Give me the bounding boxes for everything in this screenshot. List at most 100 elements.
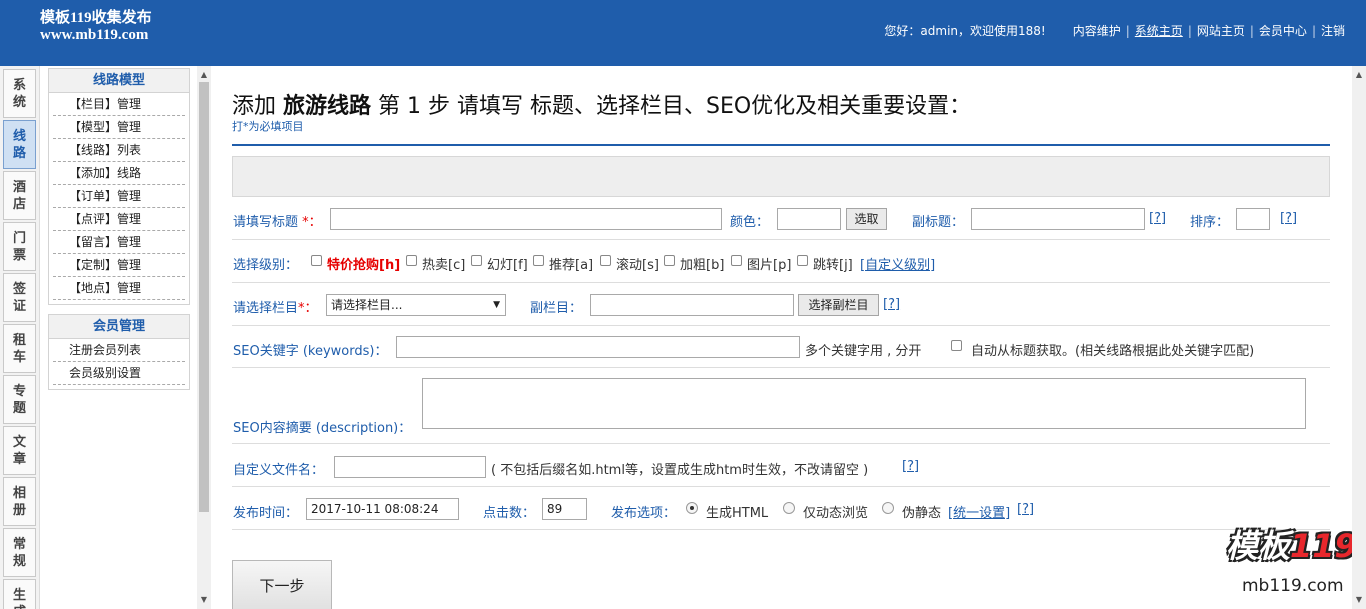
title-divider (232, 144, 1330, 146)
tab-hotel[interactable]: 酒店 (3, 171, 36, 220)
subcolumn-input[interactable] (590, 294, 794, 316)
subcolumn-help-link[interactable]: [?] (883, 297, 900, 312)
link-logout[interactable]: 注销 (1321, 22, 1345, 39)
scroll-up-icon[interactable]: ▲ (197, 68, 211, 82)
column-label: 请选择栏目*： (233, 297, 318, 316)
column-label-text: 请选择栏目 (233, 301, 299, 316)
tab-route[interactable]: 线路 (3, 120, 36, 169)
tab-car-rental[interactable]: 租车 (3, 324, 36, 373)
link-site-home[interactable]: 网站主页 (1197, 22, 1245, 39)
subtitle-input[interactable] (971, 208, 1145, 230)
level-checkbox-j[interactable] (797, 255, 808, 266)
level-checkbox-c[interactable] (406, 255, 417, 266)
level-checkbox-f[interactable] (471, 255, 482, 266)
sort-input[interactable] (1236, 208, 1270, 230)
color-label: 颜色： (730, 215, 770, 230)
tab-article[interactable]: 文章 (3, 426, 36, 475)
nav-item-column-manage[interactable]: 【栏目】管理 (53, 93, 185, 116)
publish-help-link[interactable]: [?] (1017, 502, 1034, 517)
color-input[interactable] (777, 208, 841, 230)
tab-topic[interactable]: 专题 (3, 375, 36, 424)
radio-dynamic-only[interactable] (783, 502, 795, 514)
clicks-input[interactable] (542, 498, 587, 520)
tab-album[interactable]: 相册 (3, 477, 36, 526)
publish-option-label: 发布选项： (611, 506, 677, 521)
tab-char: 统 (12, 94, 26, 110)
tab-visa[interactable]: 签证 (3, 273, 36, 322)
divider: | (1249, 23, 1254, 38)
nav-item-order-manage[interactable]: 【订单】管理 (53, 185, 185, 208)
auto-fetch-checkbox[interactable] (951, 340, 962, 351)
tab-ticket[interactable]: 门票 (3, 222, 36, 271)
tab-char: 线 (12, 128, 26, 144)
tab-general[interactable]: 常规 (3, 528, 36, 577)
publish-time-input[interactable] (306, 498, 459, 520)
radio-generate-html[interactable] (686, 502, 698, 514)
filename-input[interactable] (334, 456, 486, 478)
site-logo: 模板119收集发布 www.mb119.com (40, 10, 152, 44)
page-scrollbar[interactable]: ▲ ▼ (1352, 66, 1366, 609)
level-checkbox-h[interactable] (311, 255, 322, 266)
filename-help-link[interactable]: [?] (902, 459, 919, 474)
next-step-button[interactable]: 下一步 (232, 560, 332, 609)
scroll-down-icon[interactable]: ▼ (197, 593, 211, 607)
link-system-home[interactable]: 系统主页 (1135, 22, 1183, 39)
tab-char: 店 (12, 196, 26, 212)
scroll-down-icon[interactable]: ▼ (1352, 593, 1366, 607)
nav-item-custom-manage[interactable]: 【定制】管理 (53, 254, 185, 277)
scroll-up-icon[interactable]: ▲ (1352, 68, 1366, 82)
nav-scrollbar[interactable]: ▲ ▼ (197, 66, 211, 609)
keywords-label: SEO关键字 (keywords)： (233, 344, 388, 359)
pick-color-button[interactable]: 选取 (846, 208, 887, 230)
nav-item-add-route[interactable]: 【添加】线路 (53, 162, 185, 185)
unified-settings-link[interactable]: [统一设置] (948, 502, 1010, 521)
tab-char: 酒 (12, 179, 26, 195)
tab-char: 专 (12, 383, 26, 399)
level-checkbox-a[interactable] (533, 255, 544, 266)
level-checkbox-b[interactable] (664, 255, 675, 266)
sort-help-link[interactable]: [?] (1280, 211, 1297, 226)
nav-item-member-level[interactable]: 会员级别设置 (53, 362, 185, 385)
level-checkbox-s[interactable] (600, 255, 611, 266)
nav-item-model-manage[interactable]: 【模型】管理 (53, 116, 185, 139)
title-input[interactable] (330, 208, 722, 230)
scroll-thumb[interactable] (199, 82, 209, 512)
divider: | (1125, 23, 1130, 38)
description-textarea[interactable] (422, 378, 1306, 429)
tab-char: 车 (12, 349, 26, 365)
page-title: 添加 旅游线路 第 1 步 请填写 标题、选择栏目、SEO优化及相关重要设置： (232, 88, 971, 120)
subtitle-help-link[interactable]: [?] (1149, 211, 1166, 226)
watermark-logo: 模板119 mb119.com (1226, 521, 1357, 601)
level-checkbox-p[interactable] (731, 255, 742, 266)
keywords-input[interactable] (396, 336, 800, 358)
tab-char: 相 (12, 485, 26, 501)
main-content: 添加 旅游线路 第 1 步 请填写 标题、选择栏目、SEO优化及相关重要设置： … (211, 66, 1357, 609)
nav-item-route-list[interactable]: 【线路】列表 (53, 139, 185, 162)
link-member-center[interactable]: 会员中心 (1259, 22, 1307, 39)
panel-member-manage: 会员管理 注册会员列表 会员级别设置 (48, 314, 190, 390)
select-subcolumn-button[interactable]: 选择副栏目 (798, 294, 879, 316)
radio-pseudo-static[interactable] (882, 502, 894, 514)
tab-char: 常 (12, 536, 26, 552)
chevron-down-icon: ▼ (493, 300, 500, 310)
tab-generate[interactable]: 生成 (3, 579, 36, 609)
nav-item-review-manage[interactable]: 【点评】管理 (53, 208, 185, 231)
row-description: SEO内容摘要 (description)： (232, 368, 1330, 444)
tab-char: 规 (12, 553, 26, 569)
required-mark: *： (302, 215, 322, 230)
level-label-p: 图片[p] (747, 258, 792, 273)
link-content-maintenance[interactable]: 内容维护 (1073, 22, 1121, 39)
option-generate-html: 生成HTML (706, 506, 769, 521)
custom-level-link[interactable]: [自定义级别] (860, 254, 935, 273)
level-label-j: 跳转[j] (813, 258, 853, 273)
watermark-word: 模板 (1226, 527, 1291, 565)
clicks-label: 点击数： (483, 506, 536, 521)
tab-char: 系 (12, 77, 26, 93)
title-bold: 旅游线路 (283, 94, 372, 119)
nav-item-member-list[interactable]: 注册会员列表 (53, 339, 185, 362)
required-note: 打*为必填项目 (232, 120, 304, 133)
column-select[interactable]: 请选择栏目... ▼ (326, 294, 506, 316)
tab-system[interactable]: 系统 (3, 69, 36, 118)
nav-item-message-manage[interactable]: 【留言】管理 (53, 231, 185, 254)
nav-item-location-manage[interactable]: 【地点】管理 (53, 277, 185, 300)
